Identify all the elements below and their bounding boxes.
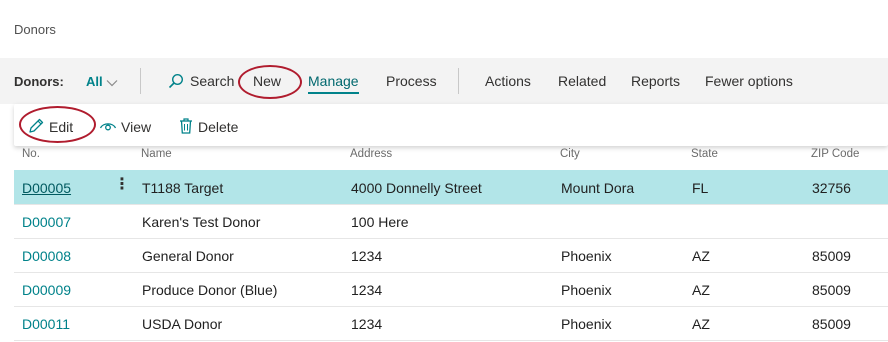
search-icon bbox=[168, 73, 184, 89]
donor-zip: 32756 bbox=[812, 180, 851, 196]
tab-manage[interactable]: Manage bbox=[308, 73, 359, 94]
delete-button[interactable]: Delete bbox=[178, 117, 238, 135]
donor-city: Phoenix bbox=[561, 248, 612, 264]
donor-number-link[interactable]: D00007 bbox=[22, 214, 71, 230]
page-header: Donors bbox=[0, 0, 888, 58]
table-row[interactable]: D00005 ⋮ T1188 Target 4000 Donnelly Stre… bbox=[14, 170, 888, 205]
donor-address: 1234 bbox=[351, 316, 383, 332]
donor-city: Phoenix bbox=[561, 316, 612, 332]
manage-menu: Edit View Delete bbox=[14, 104, 888, 146]
donor-number-link[interactable]: D00005 bbox=[22, 180, 71, 196]
list-label: Donors: bbox=[14, 74, 64, 89]
table-row[interactable]: D00011 USDA Donor 1234 Phoenix AZ 85009 bbox=[14, 306, 888, 341]
donor-name: T1188 Target bbox=[142, 180, 224, 196]
fewer-options-button[interactable]: Fewer options bbox=[705, 73, 793, 89]
trash-icon bbox=[180, 118, 192, 134]
view-button[interactable]: View bbox=[99, 117, 151, 135]
column-header-address[interactable]: Address bbox=[350, 148, 392, 160]
column-header-city[interactable]: City bbox=[560, 148, 580, 160]
action-bar: Donors: All Search New Manage Process Ac… bbox=[0, 58, 888, 104]
tab-process[interactable]: Process bbox=[386, 73, 437, 89]
donor-state: FL bbox=[692, 180, 709, 196]
donor-name: Produce Donor (Blue) bbox=[142, 282, 278, 298]
divider bbox=[458, 68, 459, 94]
donor-zip: 85009 bbox=[812, 282, 851, 298]
donor-address: 1234 bbox=[351, 248, 383, 264]
divider bbox=[140, 68, 141, 94]
donor-address: 1234 bbox=[351, 282, 383, 298]
view-filter-dropdown[interactable]: All bbox=[86, 74, 118, 90]
highlight-ring-new bbox=[238, 65, 302, 99]
search-label: Search bbox=[190, 73, 235, 89]
tab-related[interactable]: Related bbox=[558, 73, 606, 89]
highlight-ring-edit bbox=[19, 106, 96, 143]
donor-state: AZ bbox=[692, 248, 710, 264]
donor-name: General Donor bbox=[142, 248, 234, 264]
column-header-zip[interactable]: ZIP Code bbox=[811, 148, 859, 160]
donor-name: Karen's Test Donor bbox=[142, 214, 261, 230]
search-button[interactable]: Search bbox=[168, 73, 234, 89]
donor-number-link[interactable]: D00008 bbox=[22, 248, 71, 264]
donor-state: AZ bbox=[692, 282, 710, 298]
donor-state: AZ bbox=[692, 316, 710, 332]
donor-city: Phoenix bbox=[561, 282, 612, 298]
table-row[interactable]: D00008 General Donor 1234 Phoenix AZ 850… bbox=[14, 238, 888, 273]
donor-number-link[interactable]: D00011 bbox=[22, 316, 70, 332]
column-header-no[interactable]: No. bbox=[22, 148, 40, 160]
row-menu-icon[interactable]: ⋮ bbox=[114, 177, 130, 193]
page-title: Donors bbox=[14, 22, 56, 37]
donor-address: 100 Here bbox=[351, 214, 409, 230]
column-header-state[interactable]: State bbox=[691, 148, 718, 160]
donor-number-link[interactable]: D00009 bbox=[22, 282, 71, 298]
donor-name: USDA Donor bbox=[142, 316, 223, 332]
chevron-down-icon bbox=[106, 75, 118, 90]
delete-label: Delete bbox=[198, 119, 239, 135]
donor-city: Mount Dora bbox=[561, 180, 635, 196]
eye-icon bbox=[99, 123, 117, 131]
column-header-name[interactable]: Name bbox=[141, 148, 172, 160]
view-label: View bbox=[121, 119, 152, 135]
table-row[interactable]: D00009 Produce Donor (Blue) 1234 Phoenix… bbox=[14, 272, 888, 307]
donor-zip: 85009 bbox=[812, 248, 851, 264]
table-row[interactable]: D00007 Karen's Test Donor 100 Here bbox=[14, 204, 888, 239]
donor-address: 4000 Donnelly Street bbox=[351, 180, 482, 196]
view-filter-label: All bbox=[86, 74, 103, 89]
donor-zip: 85009 bbox=[812, 316, 851, 332]
tab-actions[interactable]: Actions bbox=[485, 73, 531, 89]
tab-reports[interactable]: Reports bbox=[631, 73, 680, 89]
